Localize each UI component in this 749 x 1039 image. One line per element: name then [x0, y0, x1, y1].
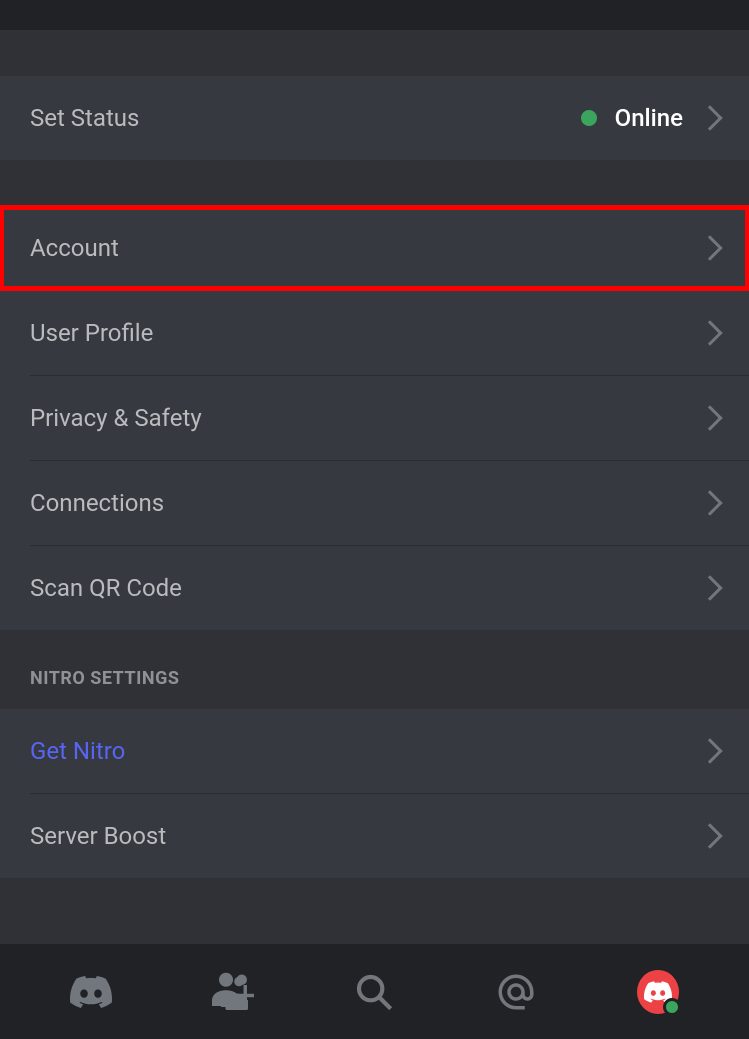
chevron-right-icon [697, 575, 722, 600]
spacer [0, 30, 749, 76]
scan-qr-item[interactable]: Scan QR Code [0, 546, 749, 630]
account-label: Account [30, 234, 119, 262]
get-nitro-item[interactable]: Get Nitro [0, 709, 749, 793]
connections-item[interactable]: Connections [0, 461, 749, 545]
chevron-right-icon [697, 320, 722, 345]
item-right [701, 827, 719, 845]
chevron-right-icon [697, 738, 722, 763]
online-status-dot-icon [581, 110, 597, 126]
user-profile-label: User Profile [30, 319, 153, 347]
privacy-safety-item[interactable]: Privacy & Safety [0, 376, 749, 460]
set-status-label: Set Status [30, 104, 139, 132]
nav-mentions-icon[interactable] [495, 971, 537, 1013]
nitro-section-header: NITRO SETTINGS [0, 630, 749, 709]
status-value: Online [615, 104, 683, 132]
nitro-header-text: NITRO SETTINGS [30, 668, 179, 689]
spacer [0, 160, 749, 206]
item-right [701, 579, 719, 597]
nav-discord-icon[interactable] [70, 971, 112, 1013]
top-bar [0, 0, 749, 30]
privacy-safety-label: Privacy & Safety [30, 404, 202, 432]
status-section: Set Status Online [0, 76, 749, 160]
chevron-right-icon [697, 105, 722, 130]
server-boost-item[interactable]: Server Boost [0, 794, 749, 878]
user-profile-item[interactable]: User Profile [0, 291, 749, 375]
item-right [701, 239, 719, 257]
scan-qr-label: Scan QR Code [30, 574, 182, 602]
nav-friends-icon[interactable] [212, 971, 254, 1013]
get-nitro-label: Get Nitro [30, 737, 125, 765]
nitro-section: Get Nitro Server Boost [0, 709, 749, 878]
item-right [701, 742, 719, 760]
account-item[interactable]: Account [0, 206, 749, 290]
user-settings-section: Account User Profile Privacy & Safety Co… [0, 206, 749, 630]
item-right [701, 494, 719, 512]
status-right: Online [581, 104, 719, 132]
connections-label: Connections [30, 489, 164, 517]
server-boost-label: Server Boost [30, 822, 166, 850]
chevron-right-icon [697, 235, 722, 260]
chevron-right-icon [697, 405, 722, 430]
avatar-icon [637, 970, 679, 1014]
chevron-right-icon [697, 490, 722, 515]
item-right [701, 324, 719, 342]
item-right [701, 409, 719, 427]
bottom-nav [0, 944, 749, 1039]
online-status-indicator-icon [663, 998, 681, 1016]
nav-profile-avatar[interactable] [637, 971, 679, 1013]
nav-search-icon[interactable] [353, 971, 395, 1013]
set-status-item[interactable]: Set Status Online [0, 76, 749, 160]
chevron-right-icon [697, 823, 722, 848]
